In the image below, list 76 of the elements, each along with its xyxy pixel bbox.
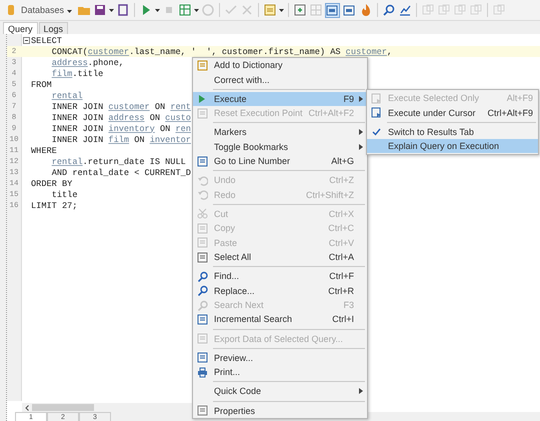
database-icon [8, 5, 14, 15]
menu-item[interactable]: Select All Ctrl+A [193, 250, 367, 264]
code-line: rental [50, 90, 83, 100]
undo-icon [196, 174, 208, 186]
caret-icon[interactable] [154, 8, 160, 12]
collapse-icon[interactable] [22, 37, 30, 44]
document-icon [196, 352, 208, 364]
scroll-left-icon[interactable] [25, 404, 29, 410]
menu-item[interactable]: Replace... Ctrl+R [193, 283, 367, 298]
page-icon [196, 237, 208, 248]
menu-item[interactable]: Execute F9 [193, 92, 367, 106]
toolbar-icon[interactable] [292, 3, 307, 17]
document-icon [196, 252, 208, 263]
menu-item[interactable]: Switch to Results Tab [367, 124, 538, 139]
code-line: AND rental_date < CURRENT_D [50, 168, 191, 178]
submenu-arrow-icon [359, 144, 363, 150]
page-icon [196, 222, 208, 234]
caret-icon[interactable] [108, 8, 114, 12]
caret-icon[interactable] [194, 8, 199, 12]
code-line: film.title [50, 68, 104, 78]
search-icon [196, 300, 208, 311]
document-icon [196, 333, 208, 344]
toolbar-icon[interactable] [116, 3, 130, 17]
code-line: INNER JOIN film ON inventor [50, 134, 191, 144]
check-icon[interactable] [224, 3, 238, 17]
redo-icon [196, 189, 208, 200]
code-line: WHERE [31, 146, 57, 156]
menu-item[interactable]: Go to Line Number Alt+G [193, 154, 367, 168]
caret-icon[interactable] [278, 8, 284, 12]
code-line: ORDER BY [31, 178, 72, 188]
code-line: address.phone, [50, 58, 124, 68]
menu-item[interactable]: Toggle Bookmarks [193, 140, 367, 154]
code-line: LIMIT 27; [31, 200, 78, 210]
printer-icon [196, 366, 208, 378]
search-icon [196, 270, 208, 282]
document-icon [196, 156, 208, 167]
save-icon[interactable] [92, 3, 107, 17]
databases-dropdown[interactable]: Databases [18, 5, 75, 15]
code-line: title [50, 190, 78, 200]
tab[interactable]: Logs [38, 22, 68, 34]
code-line: INNER JOIN customer ON rent [50, 102, 191, 112]
document-icon [196, 314, 208, 325]
book-icon [196, 60, 208, 71]
menu-item[interactable]: Print... [193, 365, 367, 380]
toggle-button[interactable] [324, 2, 340, 18]
play-icon [197, 94, 207, 104]
menu-item[interactable]: Preview... [193, 350, 367, 365]
search-icon[interactable] [382, 3, 396, 17]
code-line: SELECT [31, 36, 62, 46]
code-line: INNER JOIN inventory ON ren [50, 124, 191, 134]
submenu-arrow-icon [359, 388, 363, 394]
menu-item[interactable]: Incremental Search Ctrl+I [193, 312, 367, 327]
menu-item[interactable]: Markers [193, 125, 367, 140]
code-line: FROM [31, 80, 52, 90]
code-line: rental.return_date IS NULL [50, 156, 186, 166]
code-line: CONCAT(customer.last_name, ' ', customer.first_name) AS customer, [50, 46, 392, 56]
toolbar-icon[interactable] [398, 3, 412, 17]
document-icon [370, 107, 382, 118]
toggle-button[interactable] [342, 2, 357, 18]
search-icon [196, 285, 208, 296]
menu-item[interactable]: Quick Code [193, 384, 367, 399]
menu-item[interactable]: Correct with... [193, 72, 367, 87]
submenu-arrow-icon [359, 96, 363, 102]
menu-item[interactable]: Execute under Cursor Ctrl+Alt+F9 [367, 105, 538, 120]
menu-item[interactable]: Add to Dictionary [193, 58, 367, 72]
document-icon [196, 108, 208, 119]
tab[interactable]: Query [3, 22, 38, 34]
menu-item[interactable]: Explain Query on Execution [367, 138, 538, 154]
menu-item[interactable]: Properties [193, 403, 367, 418]
document-icon [196, 405, 208, 416]
scissors-icon [196, 208, 208, 220]
submenu-arrow-icon [359, 129, 363, 136]
caret-icon[interactable] [66, 10, 72, 13]
menu-item[interactable]: Find... Ctrl+F [193, 269, 367, 284]
page-icon [370, 92, 382, 104]
code-line: INNER JOIN address ON custo [50, 112, 191, 122]
